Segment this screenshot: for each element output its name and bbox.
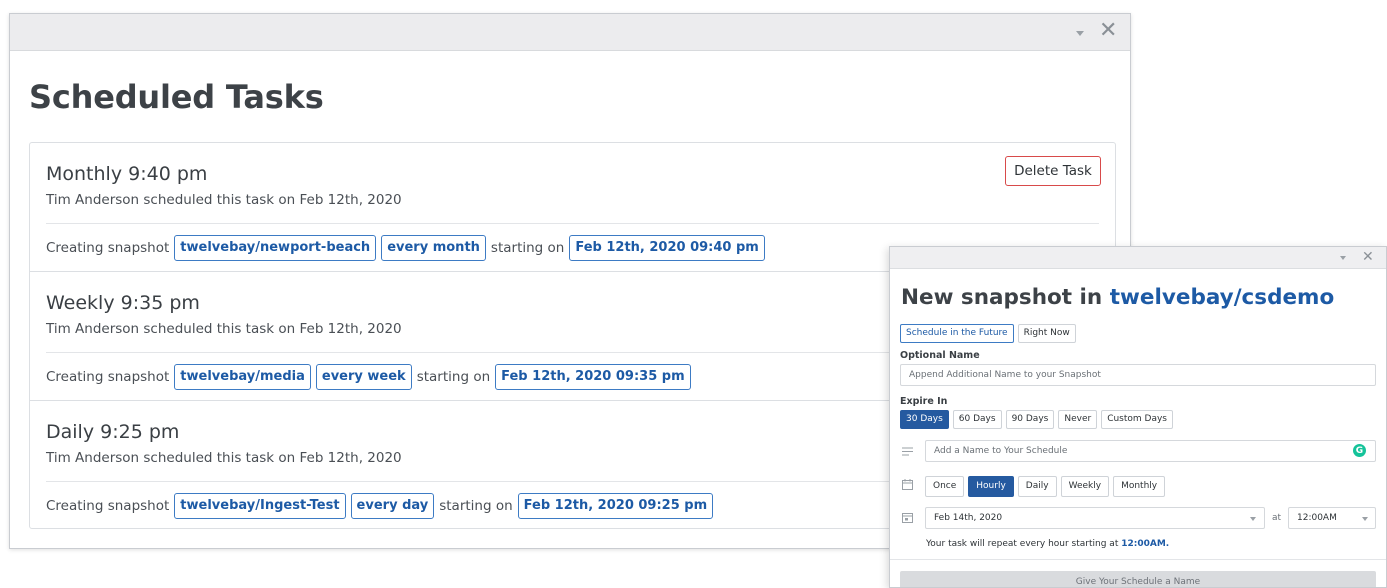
starting-text: starting on bbox=[490, 240, 565, 256]
date-picker-icon bbox=[902, 513, 913, 523]
task-title: Weekly 9:35 pm bbox=[46, 292, 200, 314]
repo-chip[interactable]: twelvebay/Ingest-Test bbox=[174, 493, 346, 519]
tab-right-now[interactable]: Right Now bbox=[1017, 324, 1076, 343]
repo-chip[interactable]: twelvebay/newport-beach bbox=[174, 235, 377, 261]
expire-label: Expire In bbox=[900, 396, 948, 407]
start-date-chip[interactable]: Feb 12th, 2020 09:35 pm bbox=[495, 364, 691, 390]
page-title: Scheduled Tasks bbox=[29, 78, 324, 116]
details-prefix: Creating snapshot bbox=[46, 498, 170, 514]
freq-once[interactable]: Once bbox=[925, 476, 965, 497]
starting-text: starting on bbox=[416, 369, 491, 385]
close-icon[interactable]: ✕ bbox=[1362, 250, 1374, 264]
task-title: Monthly 9:40 pm bbox=[46, 163, 208, 185]
close-icon[interactable]: ✕ bbox=[1099, 20, 1117, 42]
dialog-title: New snapshot in twelvebay/csdemo bbox=[901, 285, 1334, 310]
start-date-chip[interactable]: Feb 12th, 2020 09:25 pm bbox=[517, 493, 714, 519]
repo-chip[interactable]: twelvebay/media bbox=[174, 364, 311, 390]
dialog-title-repo: twelvebay/csdemo bbox=[1109, 285, 1335, 310]
date-dropdown-icon[interactable] bbox=[1250, 517, 1256, 521]
delete-task-button[interactable]: Delete Task bbox=[1005, 156, 1101, 186]
frequency-chip[interactable]: every week bbox=[315, 364, 412, 390]
new-snapshot-dialog: ✕ New snapshot in twelvebay/csdemo Sched… bbox=[889, 246, 1387, 588]
task-title: Daily 9:25 pm bbox=[46, 421, 180, 443]
task-scheduled-by: Tim Anderson scheduled this task on Feb … bbox=[46, 192, 402, 208]
schedule-name-input[interactable]: Add a Name to Your Schedule bbox=[925, 440, 1376, 462]
window-titlebar: ✕ bbox=[10, 14, 1130, 51]
expire-90-days[interactable]: 90 Days bbox=[1005, 410, 1055, 429]
repeat-note-time: 12:00AM. bbox=[1121, 539, 1170, 549]
frequency-chip[interactable]: every day bbox=[350, 493, 435, 519]
freq-daily[interactable]: Daily bbox=[1017, 476, 1057, 497]
repeat-note: Your task will repeat every hour startin… bbox=[926, 539, 1169, 549]
text-lines-icon bbox=[902, 447, 913, 456]
divider bbox=[46, 223, 1099, 224]
collapse-caret-icon[interactable] bbox=[1076, 31, 1084, 36]
dialog-title-prefix: New snapshot in bbox=[901, 285, 1103, 310]
task-details: Creating snapshot twelvebay/Ingest-Test … bbox=[46, 493, 714, 519]
frequency-options: Once Hourly Daily Weekly Monthly bbox=[925, 476, 1166, 497]
dialog-titlebar: ✕ bbox=[890, 247, 1386, 269]
starting-text: starting on bbox=[439, 498, 513, 514]
task-scheduled-by: Tim Anderson scheduled this task on Feb … bbox=[46, 450, 402, 466]
task-details: Creating snapshot twelvebay/newport-beac… bbox=[46, 235, 765, 261]
start-date-chip[interactable]: Feb 12th, 2020 09:40 pm bbox=[569, 235, 765, 261]
freq-monthly[interactable]: Monthly bbox=[1113, 476, 1166, 497]
collapse-caret-icon[interactable] bbox=[1340, 256, 1346, 260]
grammarly-icon[interactable]: G bbox=[1353, 444, 1366, 457]
expire-options: 30 Days 60 Days 90 Days Never Custom Day… bbox=[900, 410, 1173, 429]
optional-name-input[interactable]: Append Additional Name to your Snapshot bbox=[900, 364, 1376, 386]
expire-never[interactable]: Never bbox=[1058, 410, 1098, 429]
frequency-chip[interactable]: every month bbox=[381, 235, 486, 261]
freq-hourly[interactable]: Hourly bbox=[968, 476, 1014, 497]
repeat-note-text: Your task will repeat every hour startin… bbox=[926, 539, 1119, 549]
optional-name-label: Optional Name bbox=[900, 350, 980, 361]
time-dropdown-icon[interactable] bbox=[1362, 517, 1368, 521]
details-prefix: Creating snapshot bbox=[46, 240, 170, 256]
divider bbox=[890, 559, 1386, 560]
task-details: Creating snapshot twelvebay/media every … bbox=[46, 364, 691, 390]
at-label: at bbox=[1272, 513, 1282, 523]
tab-schedule-future[interactable]: Schedule in the Future bbox=[900, 324, 1014, 343]
date-select[interactable]: Feb 14th, 2020 bbox=[925, 507, 1265, 529]
expire-custom-days[interactable]: Custom Days bbox=[1101, 410, 1173, 429]
task-scheduled-by: Tim Anderson scheduled this task on Feb … bbox=[46, 321, 402, 337]
expire-30-days[interactable]: 30 Days bbox=[900, 410, 949, 429]
freq-weekly[interactable]: Weekly bbox=[1060, 476, 1110, 497]
mode-tabs: Schedule in the Future Right Now bbox=[900, 324, 1076, 343]
calendar-icon bbox=[902, 479, 913, 490]
give-schedule-name-button[interactable]: Give Your Schedule a Name bbox=[900, 571, 1376, 587]
details-prefix: Creating snapshot bbox=[46, 369, 170, 385]
expire-60-days[interactable]: 60 Days bbox=[952, 410, 1002, 429]
